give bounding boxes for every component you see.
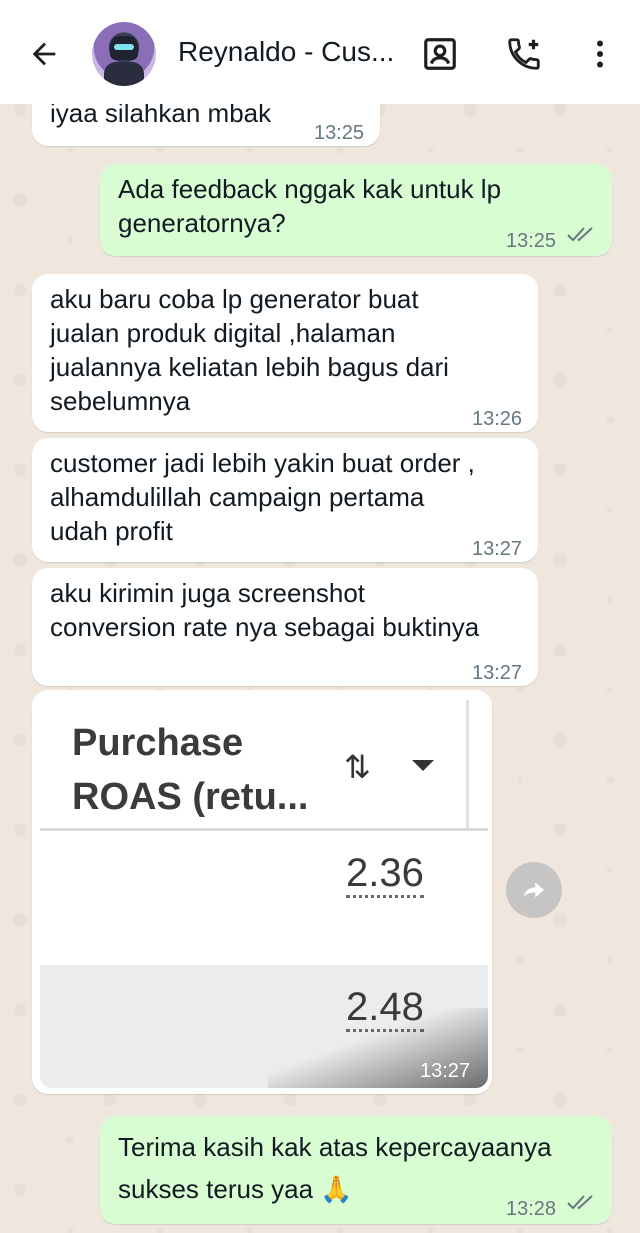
message-time: 13:28 bbox=[506, 1198, 557, 1220]
forward-icon bbox=[524, 882, 544, 898]
sort-icon: ⇅ bbox=[344, 749, 371, 785]
message-text: customer jadi lebih yakin buat order , a… bbox=[50, 448, 475, 546]
column-divider bbox=[466, 700, 469, 830]
message-text: aku kirimin juga screenshot conversion r… bbox=[50, 578, 480, 642]
incoming-message[interactable]: aku kirimin juga screenshot conversion r… bbox=[32, 568, 538, 686]
roas-value: 2.36 bbox=[346, 851, 424, 898]
message-time: 13:25 bbox=[314, 122, 365, 144]
contact-card-button[interactable] bbox=[418, 32, 462, 76]
add-call-icon bbox=[508, 38, 540, 70]
message-time: 13:27 bbox=[472, 538, 523, 560]
message-time: 13:26 bbox=[472, 408, 523, 430]
message-time: 13:27 bbox=[420, 1060, 471, 1082]
message-text: aku baru coba lp generator buat jualan p… bbox=[50, 284, 449, 416]
outgoing-message[interactable]: Terima kasih kak atas kepercayaanya suks… bbox=[100, 1116, 612, 1224]
contact-name[interactable]: Reynaldo - Cus... bbox=[178, 36, 406, 68]
add-call-button[interactable] bbox=[502, 32, 546, 76]
table-header-cell: Purchase ROAS (retu... ⇅ bbox=[40, 698, 488, 830]
contact-avatar[interactable] bbox=[92, 22, 156, 86]
back-button[interactable] bbox=[24, 34, 64, 74]
caret-down-icon bbox=[412, 760, 434, 771]
read-ticks-icon bbox=[567, 227, 593, 242]
column-header-label: Purchase ROAS (retu... bbox=[72, 722, 309, 818]
contact-card-icon bbox=[424, 38, 456, 70]
read-ticks-icon bbox=[567, 1195, 593, 1210]
image-message[interactable]: Purchase ROAS (retu... ⇅ 2.36 2.48 13:27 bbox=[32, 690, 492, 1094]
more-options-button[interactable] bbox=[578, 32, 622, 76]
forward-button[interactable] bbox=[506, 862, 562, 918]
table-row: 2.36 bbox=[40, 831, 488, 965]
outgoing-message[interactable]: Ada feedback nggak kak untuk lp generato… bbox=[100, 164, 612, 256]
more-vert-icon bbox=[597, 40, 603, 68]
arrow-left-icon bbox=[32, 42, 56, 66]
incoming-message[interactable]: customer jadi lebih yakin buat order , a… bbox=[32, 438, 538, 562]
chat-header: Reynaldo - Cus... bbox=[0, 0, 640, 104]
message-time: 13:27 bbox=[472, 662, 523, 684]
screenshot-image[interactable]: Purchase ROAS (retu... ⇅ 2.36 2.48 13:27 bbox=[40, 698, 488, 1088]
message-list[interactable]: iyaa silahkan mbak 13:25 Ada feedback ng… bbox=[0, 84, 640, 1233]
message-time: 13:25 bbox=[506, 230, 557, 252]
incoming-message[interactable]: aku baru coba lp generator buat jualan p… bbox=[32, 274, 538, 432]
